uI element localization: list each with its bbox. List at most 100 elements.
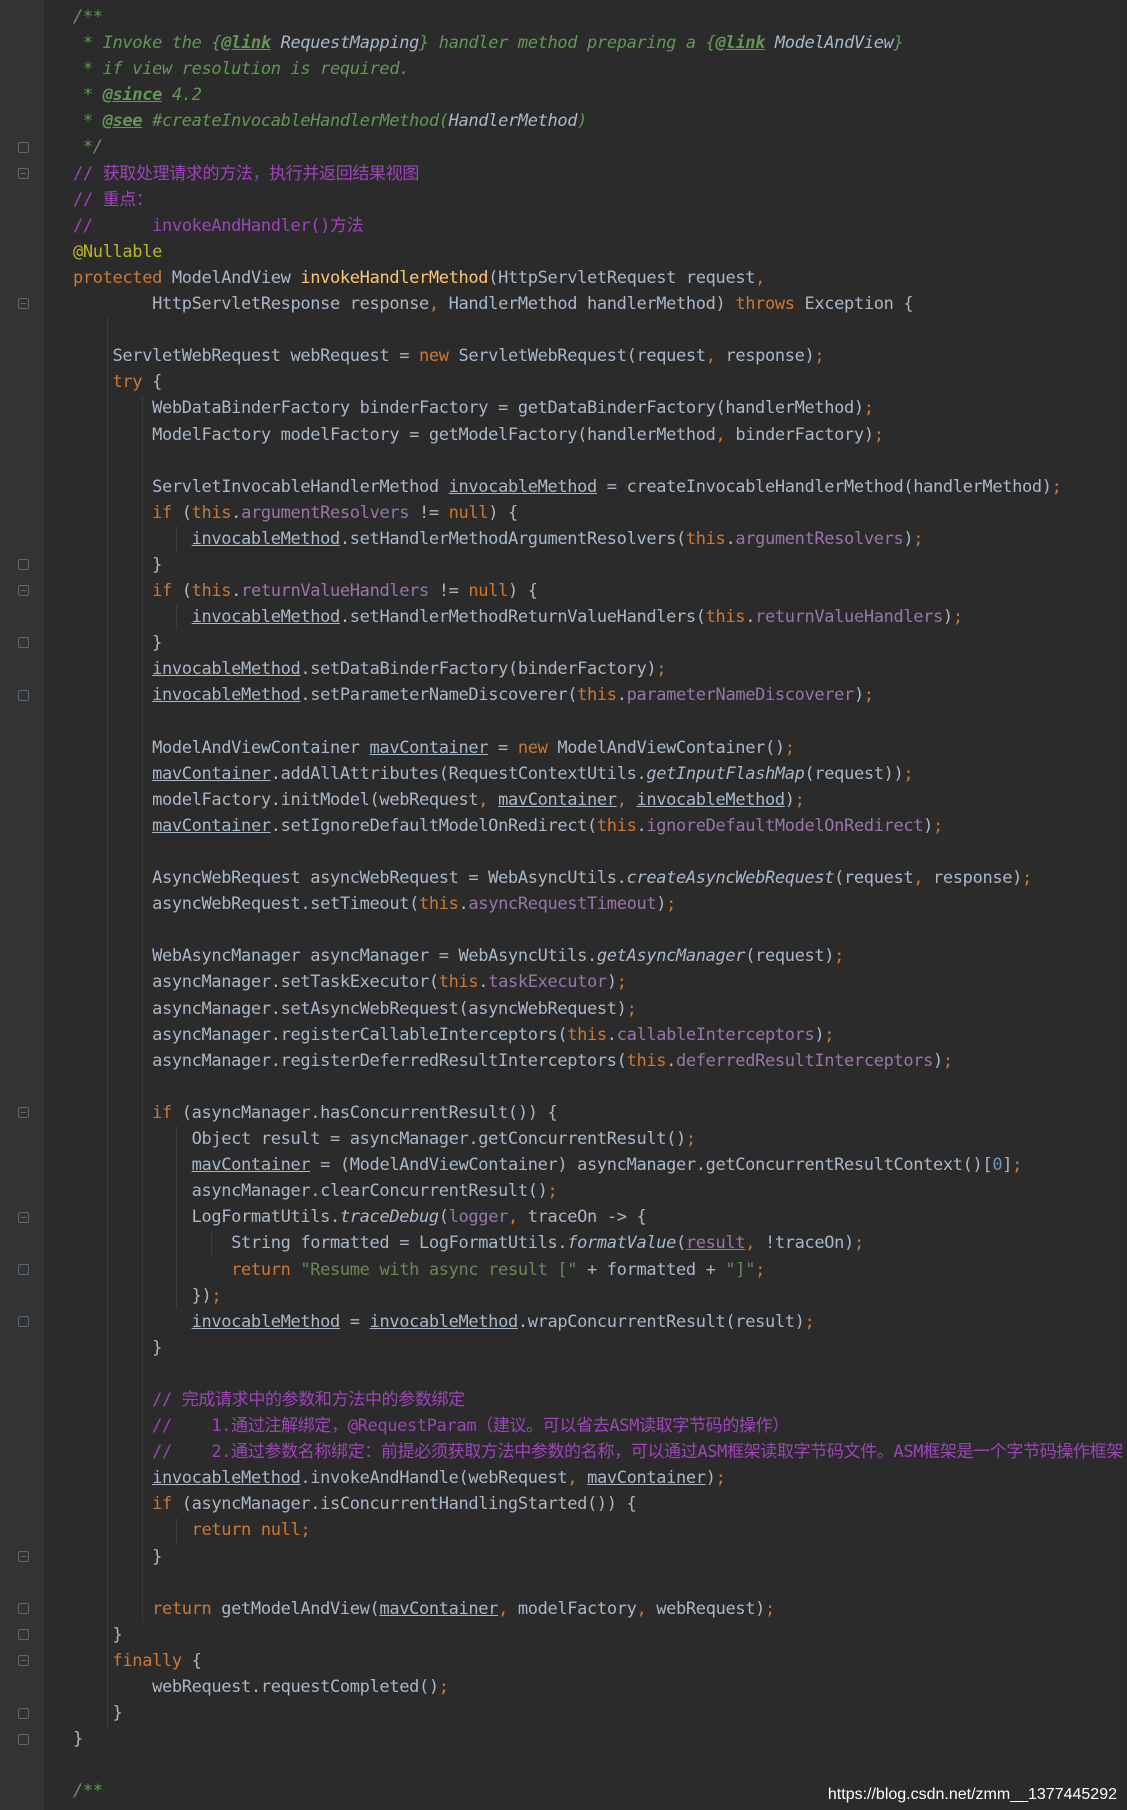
code-line[interactable]: }	[73, 1335, 1127, 1361]
fold-collapse-icon[interactable]	[18, 1107, 29, 1119]
code-lines[interactable]: /** * Invoke the {@link RequestMapping} …	[73, 4, 1127, 1804]
code-line[interactable]	[73, 317, 1127, 343]
code-line[interactable]: ModelAndViewContainer mavContainer = new…	[73, 735, 1127, 761]
code-line[interactable]: }	[73, 1700, 1127, 1726]
code-line[interactable]: asyncWebRequest.setTimeout(this.asyncReq…	[73, 891, 1127, 917]
code-token: HandlerMethod	[448, 111, 578, 132]
code-line[interactable]: * Invoke the {@link RequestMapping} hand…	[73, 30, 1127, 56]
fold-collapse-icon[interactable]	[18, 1211, 29, 1223]
code-line[interactable]: invocableMethod.setDataBinderFactory(bin…	[73, 656, 1127, 682]
fold-expand-icon[interactable]	[18, 1629, 29, 1641]
fold-collapse-icon[interactable]	[18, 585, 29, 597]
code-line[interactable]: if (asyncManager.isConcurrentHandlingSta…	[73, 1491, 1127, 1517]
code-token: // 完成请求中的参数和方法中的参数绑定	[73, 1389, 465, 1410]
code-line[interactable]: WebAsyncManager asyncManager = WebAsyncU…	[73, 943, 1127, 969]
code-line[interactable]	[73, 1570, 1127, 1596]
code-line[interactable]: AsyncWebRequest asyncWebRequest = WebAsy…	[73, 865, 1127, 891]
code-line[interactable]: ServletWebRequest webRequest = new Servl…	[73, 343, 1127, 369]
code-line[interactable]	[73, 709, 1127, 735]
code-line[interactable]: if (this.returnValueHandlers != null) {	[73, 578, 1127, 604]
code-line[interactable]: }	[73, 1622, 1127, 1648]
code-line[interactable]: HttpServletResponse response, HandlerMet…	[73, 291, 1127, 317]
code-line[interactable]: invocableMethod.setHandlerMethodArgument…	[73, 526, 1127, 552]
code-line[interactable]: modelFactory.initModel(webRequest, mavCo…	[73, 787, 1127, 813]
code-line[interactable]: asyncManager.setTaskExecutor(this.taskEx…	[73, 969, 1127, 995]
code-token: ;	[211, 1285, 222, 1306]
fold-expand-icon[interactable]	[18, 1316, 29, 1327]
code-token: }	[73, 1337, 162, 1358]
code-token: traceOn -> {	[527, 1207, 647, 1228]
code-line[interactable]: * @since 4.2	[73, 82, 1127, 108]
code-line[interactable]: }	[73, 1726, 1127, 1752]
fold-expand-icon[interactable]	[18, 1263, 29, 1275]
code-line[interactable]	[73, 839, 1127, 865]
code-line[interactable]: invocableMethod.invokeAndHandle(webReque…	[73, 1465, 1127, 1491]
code-token: argumentResolvers	[735, 528, 904, 549]
code-line[interactable]: protected ModelAndView invokeHandlerMeth…	[73, 265, 1127, 291]
code-line[interactable]: asyncManager.registerDeferredResultInter…	[73, 1048, 1127, 1074]
code-line[interactable]: // 获取处理请求的方法，执行并返回结果视图	[73, 161, 1127, 187]
code-line[interactable]: Object result = asyncManager.getConcurre…	[73, 1126, 1127, 1152]
code-line[interactable]: return getModelAndView(mavContainer, mod…	[73, 1596, 1127, 1622]
fold-collapse-icon[interactable]	[18, 1655, 29, 1667]
code-line[interactable]: // 重点：	[73, 187, 1127, 213]
fold-expand-icon[interactable]	[18, 1603, 29, 1615]
code-line[interactable]: try {	[73, 369, 1127, 395]
code-line[interactable]: invocableMethod.setHandlerMethodReturnVa…	[73, 604, 1127, 630]
code-token: this	[438, 972, 479, 993]
code-line[interactable]	[73, 1361, 1127, 1387]
code-line[interactable]: }	[73, 552, 1127, 578]
code-line[interactable]: invocableMethod = invocableMethod.wrapCo…	[73, 1309, 1127, 1335]
code-line[interactable]: /**	[73, 4, 1127, 30]
code-token: ) {	[507, 581, 538, 602]
code-line[interactable]: finally {	[73, 1648, 1127, 1674]
code-line[interactable]: asyncManager.registerCallableInterceptor…	[73, 1022, 1127, 1048]
fold-expand-icon[interactable]	[18, 559, 29, 571]
fold-expand-icon[interactable]	[18, 689, 29, 701]
code-line[interactable]: @Nullable	[73, 239, 1127, 265]
fold-expand-icon[interactable]	[18, 637, 29, 649]
code-line[interactable]: webRequest.requestCompleted();	[73, 1674, 1127, 1700]
code-line[interactable]: mavContainer = (ModelAndViewContainer) a…	[73, 1152, 1127, 1178]
code-line[interactable]: invocableMethod.setParameterNameDiscover…	[73, 682, 1127, 708]
code-token: getAsyncManager	[596, 946, 746, 967]
code-token: (	[181, 502, 192, 523]
code-line[interactable]	[73, 1074, 1127, 1100]
fold-collapse-icon[interactable]	[18, 167, 29, 179]
code-line[interactable]: * if view resolution is required.	[73, 56, 1127, 82]
code-line[interactable]: WebDataBinderFactory binderFactory = get…	[73, 395, 1127, 421]
code-line[interactable]: * @see #createInvocableHandlerMethod(Han…	[73, 108, 1127, 134]
code-line[interactable]: });	[73, 1283, 1127, 1309]
code-line[interactable]	[73, 448, 1127, 474]
code-line[interactable]: LogFormatUtils.traceDebug(logger, traceO…	[73, 1204, 1127, 1230]
fold-expand-icon[interactable]	[18, 141, 29, 153]
code-line[interactable]: if (this.argumentResolvers != null) {	[73, 500, 1127, 526]
code-line[interactable]: asyncManager.setAsyncWebRequest(asyncWeb…	[73, 996, 1127, 1022]
code-line[interactable]: ModelFactory modelFactory = getModelFact…	[73, 422, 1127, 448]
fold-collapse-icon[interactable]	[18, 298, 29, 310]
code-line[interactable]: mavContainer.addAllAttributes(RequestCon…	[73, 761, 1127, 787]
fold-collapse-icon[interactable]	[18, 1550, 29, 1562]
code-line[interactable]: String formatted = LogFormatUtils.format…	[73, 1230, 1127, 1256]
code-line[interactable]	[73, 1752, 1127, 1778]
fold-expand-icon[interactable]	[18, 1707, 29, 1719]
code-line[interactable]: // 2.通过参数名称绑定：前提必须获取方法中参数的名称，可以通过ASM框架读取…	[73, 1439, 1127, 1465]
code-line[interactable]: }	[73, 630, 1127, 656]
code-line[interactable]: }	[73, 1544, 1127, 1570]
code-line[interactable]: if (asyncManager.hasConcurrentResult()) …	[73, 1100, 1127, 1126]
code-line[interactable]: mavContainer.setIgnoreDefaultModelOnRedi…	[73, 813, 1127, 839]
code-editor[interactable]: /** * Invoke the {@link RequestMapping} …	[0, 0, 1127, 1810]
code-line[interactable]: */	[73, 134, 1127, 160]
code-token: @since	[102, 85, 163, 106]
code-line[interactable]	[73, 917, 1127, 943]
code-line[interactable]: asyncManager.clearConcurrentResult();	[73, 1178, 1127, 1204]
code-line[interactable]: // 完成请求中的参数和方法中的参数绑定	[73, 1387, 1127, 1413]
code-line[interactable]: return "Resume with async result [" + fo…	[73, 1257, 1127, 1283]
code-line[interactable]: return null;	[73, 1517, 1127, 1543]
code-line[interactable]: // 1.通过注解绑定，@RequestParam（建议。可以省去ASM读取字节…	[73, 1413, 1127, 1439]
code-line[interactable]: ServletInvocableHandlerMethod invocableM…	[73, 474, 1127, 500]
code-line[interactable]: // invokeAndHandler()方法	[73, 213, 1127, 239]
fold-expand-icon[interactable]	[18, 1733, 29, 1745]
